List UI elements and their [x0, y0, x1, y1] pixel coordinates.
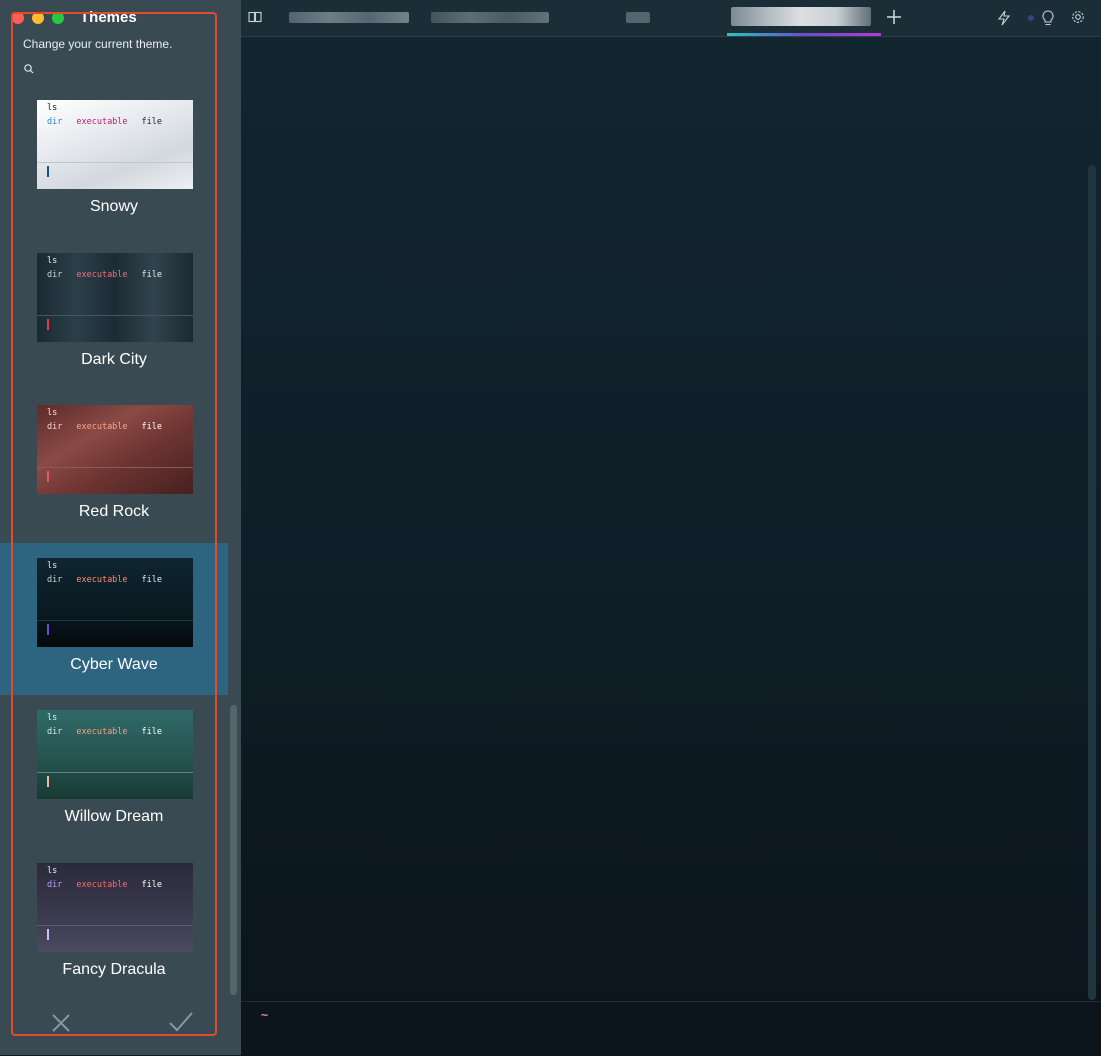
preview-output: dir executable file [47, 422, 162, 432]
preview-command: ls [47, 408, 58, 419]
preview-command: ls [47, 103, 58, 113]
active-tab-indicator [727, 33, 881, 36]
preview-output: dir executable file [47, 727, 162, 737]
terminal-window[interactable]: ~ [241, 0, 1101, 1056]
preview-cursor [47, 776, 49, 788]
preview-dir: dir [47, 269, 63, 280]
theme-name: Cyber Wave [70, 655, 158, 673]
preview-command: ls [47, 866, 58, 876]
gear-icon[interactable] [1070, 9, 1086, 25]
preview-file: file [141, 727, 163, 738]
book-icon[interactable] [248, 11, 262, 24]
close-icon [52, 1014, 70, 1032]
checkmark-icon [169, 1012, 193, 1032]
tab-3[interactable] [626, 12, 650, 23]
plus-icon[interactable] [886, 8, 902, 26]
preview-file: file [141, 117, 163, 127]
lightbulb-icon[interactable] [1041, 9, 1055, 27]
cancel-button[interactable] [50, 1012, 72, 1034]
theme-preview: ls dir executable file [37, 557, 193, 647]
preview-output: dir executable file [47, 270, 162, 280]
preview-cursor [47, 318, 49, 330]
tab-2[interactable] [431, 12, 549, 23]
theme-option[interactable]: ls dir executable file Cyber Wave [0, 542, 228, 695]
preview-dir: dir [47, 422, 63, 433]
theme-preview: ls dir executable file [37, 710, 193, 800]
preview-divider [37, 467, 193, 469]
preview-cursor [47, 929, 49, 940]
preview-exec: executable [76, 422, 128, 433]
theme-preview: ls dir executable file [37, 863, 193, 952]
theme-preview: ls dir executable file [37, 405, 193, 495]
confirm-button[interactable] [168, 1010, 194, 1034]
theme-name: Red Rock [78, 503, 150, 521]
theme-option[interactable]: ls dir executable file Dark City [0, 238, 228, 390]
preview-file: file [141, 422, 163, 433]
preview-exec: executable [76, 269, 128, 280]
preview-output: dir executable file [47, 117, 162, 127]
theme-option[interactable]: ls dir executable file Willow Dream [0, 695, 228, 847]
theme-name: Snowy [89, 198, 139, 215]
theme-name: Willow Dream [64, 808, 164, 826]
command-input-area[interactable]: ~ [241, 1001, 1101, 1056]
preview-output: dir executable file [47, 880, 162, 890]
preview-divider [37, 619, 193, 621]
preview-command: ls [47, 255, 58, 266]
preview-divider [37, 772, 193, 774]
theme-preview: ls dir executable file [37, 252, 193, 342]
preview-exec: executable [76, 117, 128, 127]
theme-name: Dark City [81, 350, 147, 368]
preview-divider [37, 162, 193, 163]
prompt-indicator: ~ [261, 1008, 269, 1022]
theme-option[interactable]: ls dir executable file Fancy Dracula [0, 848, 228, 1000]
preview-cursor [47, 623, 49, 635]
preview-dir: dir [47, 117, 63, 127]
preview-dir: dir [47, 727, 63, 738]
preview-command: ls [47, 713, 58, 724]
theme-option[interactable]: ls dir executable file Red Rock [0, 390, 228, 542]
panel-scrollbar[interactable] [230, 705, 237, 995]
terminal-scrollbar[interactable] [1088, 165, 1096, 1000]
preview-divider [37, 925, 193, 926]
lightning-icon[interactable] [997, 10, 1011, 26]
themes-panel: Themes Change your current theme. ls dir e… [0, 0, 241, 1055]
preview-dir: dir [47, 880, 63, 890]
preview-command: ls [47, 560, 58, 571]
preview-cursor [47, 471, 49, 483]
preview-file: file [141, 880, 163, 890]
tab-active[interactable] [731, 7, 871, 26]
preview-output: dir executable file [47, 575, 162, 585]
preview-file: file [141, 574, 163, 585]
tab-bar [241, 0, 1101, 37]
dot-icon [1028, 15, 1034, 21]
preview-cursor [47, 166, 49, 177]
preview-dir: dir [47, 574, 63, 585]
theme-name: Fancy Dracula [62, 961, 166, 978]
preview-exec: executable [76, 880, 128, 890]
preview-divider [37, 314, 193, 316]
theme-list: ls dir executable file Snowy ls dir executable f… [0, 0, 228, 1055]
tab-1[interactable] [289, 12, 409, 23]
theme-option[interactable]: ls dir executable file Snowy [0, 85, 228, 237]
theme-preview: ls dir executable file [37, 100, 193, 189]
preview-exec: executable [76, 727, 128, 738]
preview-file: file [141, 269, 163, 280]
preview-exec: executable [76, 574, 128, 585]
